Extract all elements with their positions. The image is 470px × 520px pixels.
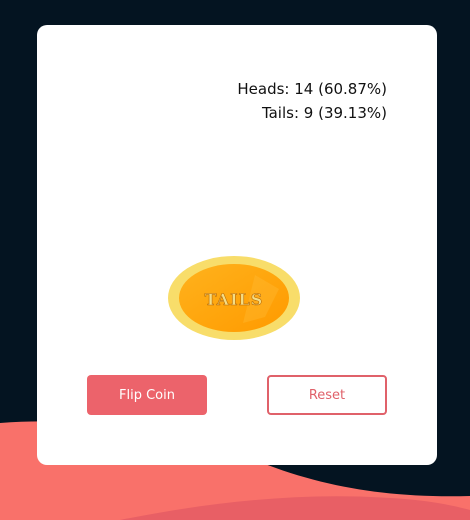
coin-face-label: TAILS xyxy=(205,290,264,309)
stats-panel: Heads: 14 (60.87%) Tails: 9 (39.13%) xyxy=(237,77,387,125)
tails-count: Tails: 9 (39.13%) xyxy=(261,104,387,122)
flip-coin-button[interactable]: Flip Coin xyxy=(87,375,207,415)
coin: TAILS xyxy=(168,256,300,340)
coin-flip-card: Heads: 14 (60.87%) Tails: 9 (39.13%) TAI… xyxy=(37,25,437,465)
reset-button[interactable]: Reset xyxy=(267,375,387,415)
heads-count: Heads: 14 (60.87%) xyxy=(237,80,387,98)
